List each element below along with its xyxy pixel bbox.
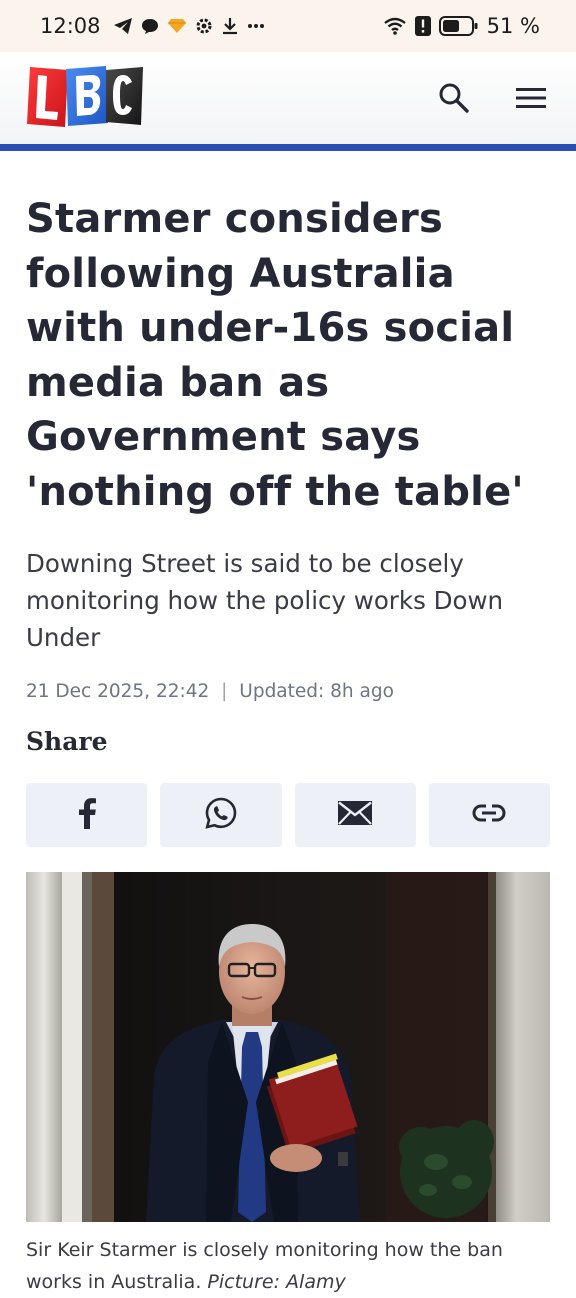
article-photo	[26, 872, 550, 1222]
dateline-separator: |	[221, 681, 228, 702]
settings-icon	[195, 17, 213, 35]
status-time: 12:08	[40, 14, 101, 38]
download-icon	[221, 17, 239, 35]
more-icon	[247, 23, 265, 29]
alert-icon	[414, 16, 431, 36]
article-dateline: 21 Dec 2025, 22:42 | Updated: 8h ago	[26, 681, 394, 702]
whatsapp-icon	[204, 796, 238, 834]
share-email-button[interactable]	[294, 783, 416, 847]
photo-caption: Sir Keir Starmer is closely monitoring h…	[26, 1234, 554, 1298]
lbc-logo[interactable]	[26, 65, 144, 129]
article-headline: Starmer considers following Australia wi…	[26, 196, 524, 515]
share-whatsapp-button[interactable]	[160, 783, 282, 847]
diamond-icon	[167, 18, 187, 34]
battery-level: 51 %	[486, 14, 540, 38]
header-accent-rule	[0, 144, 576, 151]
copy-link-button[interactable]	[428, 783, 550, 847]
wifi-icon	[383, 16, 407, 36]
hamburger-menu-icon	[514, 88, 548, 117]
chat-bubble-icon	[141, 17, 159, 35]
caption-credit: Picture: Alamy	[207, 1271, 346, 1293]
status-bar: 12:08 51 %	[0, 0, 576, 52]
facebook-icon	[77, 797, 97, 833]
copy-link-icon	[472, 803, 506, 827]
published-date: 21 Dec 2025, 22:42	[26, 681, 210, 702]
updated-time: Updated: 8h ago	[239, 681, 394, 702]
share-buttons	[26, 783, 550, 847]
share-facebook-button[interactable]	[26, 783, 148, 847]
site-header	[0, 52, 576, 146]
battery-icon	[438, 16, 479, 36]
article-standfirst: Downing Street is said to be closely mon…	[26, 549, 504, 652]
share-heading: Share	[26, 727, 108, 756]
telegram-icon	[113, 17, 133, 35]
search-button[interactable]	[436, 80, 472, 116]
menu-button[interactable]	[514, 83, 548, 113]
search-icon	[436, 83, 472, 120]
email-icon	[337, 799, 373, 831]
